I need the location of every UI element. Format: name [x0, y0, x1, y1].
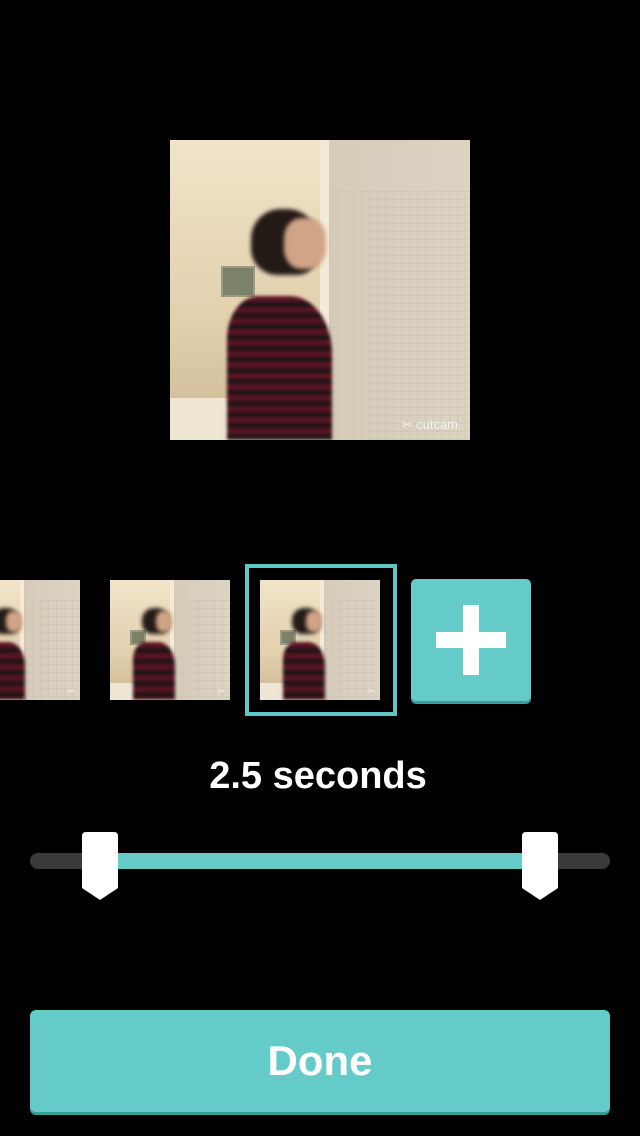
- selection-highlight: [245, 564, 397, 716]
- preview-wall-sign: [221, 266, 255, 297]
- trim-end-handle[interactable]: [522, 832, 559, 900]
- video-preview[interactable]: ✂ cutcam: [170, 140, 470, 440]
- scissors-icon: ✂: [67, 686, 76, 696]
- watermark: ✂ cutcam: [401, 416, 458, 432]
- preview-person-face: [284, 218, 326, 269]
- preview-door-texture: [329, 191, 470, 440]
- duration-label: 2.5 seconds: [209, 755, 427, 797]
- trim-selected-range: [99, 853, 541, 869]
- clip-thumbnail[interactable]: ✂: [0, 580, 80, 700]
- preview-person-body: [227, 296, 332, 440]
- trim-start-handle[interactable]: [81, 832, 118, 900]
- scissors-icon: ✂: [217, 686, 226, 696]
- add-clip-button[interactable]: [411, 579, 531, 701]
- done-button[interactable]: Done: [30, 1010, 610, 1112]
- clip-thumbnail[interactable]: ✂: [110, 580, 230, 700]
